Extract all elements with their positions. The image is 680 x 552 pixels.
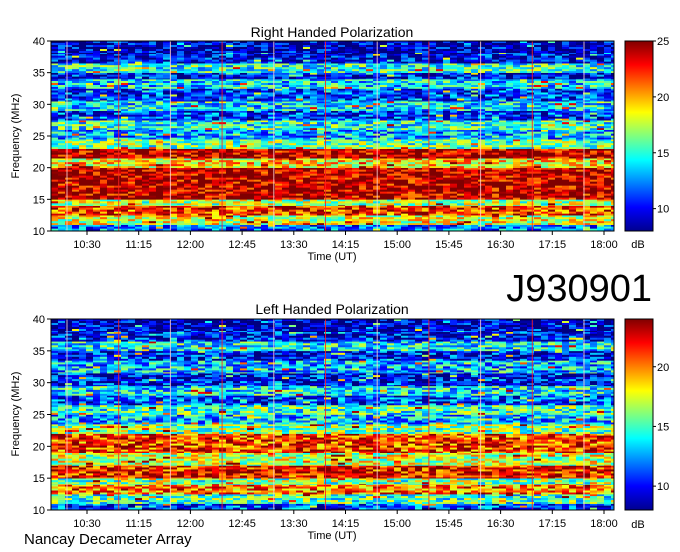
observation-id: J930901 bbox=[506, 268, 652, 310]
instrument-caption: Nancay Decameter Array bbox=[24, 531, 192, 548]
y-tick-label: 30 bbox=[33, 99, 45, 111]
colorbar-gradient bbox=[624, 40, 654, 232]
y-axis-ticks: 10 15 20 25 30 35 40 bbox=[33, 314, 51, 517]
y-tick-label: 15 bbox=[33, 194, 45, 206]
colorbar-unit-label: dB bbox=[631, 239, 644, 251]
x-tick-label: 12:45 bbox=[228, 518, 256, 530]
colorbar: 10 15 20 bbox=[624, 318, 669, 511]
x-tick-label: 12:45 bbox=[228, 239, 256, 251]
colorbar-gradient bbox=[624, 318, 654, 511]
y-tick-label: 30 bbox=[33, 378, 45, 390]
y-tick-label: 40 bbox=[33, 36, 45, 48]
colorbar-tick-label: 25 bbox=[657, 36, 669, 48]
x-axis-ticks: 10:30 11:15 12:00 12:45 13:30 14:15 15:00 15:45… bbox=[73, 510, 618, 530]
x-tick-label: 12:00 bbox=[177, 239, 205, 251]
x-tick-label: 13:30 bbox=[280, 518, 308, 530]
colorbar-tick-label: 10 bbox=[657, 481, 669, 493]
x-axis-label: Time (UT) bbox=[307, 530, 356, 542]
left-handed-polarization-panel: Left Handed Polarization 10152025303540 … bbox=[10, 301, 669, 542]
colorbar-tick-label: 15 bbox=[657, 421, 669, 433]
x-tick-label: 13:30 bbox=[280, 239, 308, 251]
x-axis-ticks: 10:30 11:15 12:00 12:45 13:30 14:15 15:00 15:45… bbox=[73, 231, 618, 251]
x-tick-label: 11:15 bbox=[125, 518, 152, 530]
y-tick-label: 25 bbox=[33, 410, 45, 422]
x-tick-label: 14:15 bbox=[332, 518, 360, 530]
y-tick-label: 25 bbox=[33, 131, 45, 143]
x-tick-label: 18:00 bbox=[590, 518, 618, 530]
dynamic-spectrum-figure: Right Handed Polarization 10 15 20 25 30 35 40… bbox=[10, 24, 669, 548]
panel-title: Right Handed Polarization bbox=[251, 24, 414, 40]
y-tick-label: 10 bbox=[33, 505, 45, 517]
y-tick-label: 40 bbox=[33, 314, 45, 326]
y-axis-ticks: 10 15 20 25 30 35 40 bbox=[33, 36, 51, 238]
colorbar-tick-label: 10 bbox=[657, 204, 669, 216]
x-tick-label: 10:30 bbox=[73, 518, 101, 530]
x-tick-label: 15:45 bbox=[435, 239, 463, 251]
x-tick-label: 10:30 bbox=[73, 239, 101, 251]
panel-title: Left Handed Polarization bbox=[255, 301, 408, 317]
x-tick-label: 11:15 bbox=[125, 239, 152, 251]
y-tick-label: 20 bbox=[33, 163, 45, 175]
x-tick-label: 12:00 bbox=[177, 518, 205, 530]
spectrogram-plot bbox=[50, 318, 615, 511]
colorbar-tick-label: 20 bbox=[657, 362, 669, 374]
y-axis-label: Frequency (MHz) bbox=[10, 94, 22, 179]
y-tick-label: 15 bbox=[33, 473, 45, 485]
colorbar-tick-label: 15 bbox=[657, 148, 669, 160]
y-tick-label: 10 bbox=[33, 226, 45, 238]
x-tick-label: 18:00 bbox=[590, 239, 618, 251]
x-tick-label: 16:30 bbox=[487, 239, 515, 251]
x-tick-label: 15:00 bbox=[383, 518, 411, 530]
x-tick-label: 16:30 bbox=[487, 518, 515, 530]
x-tick-label: 15:45 bbox=[435, 518, 463, 530]
x-tick-label: 14:15 bbox=[332, 239, 360, 251]
y-tick-label: 20 bbox=[33, 441, 45, 453]
x-tick-label: 17:15 bbox=[539, 518, 567, 530]
colorbar-unit-label: dB bbox=[631, 519, 644, 531]
colorbar-tick-label: 20 bbox=[657, 92, 669, 104]
right-handed-polarization-panel: Right Handed Polarization 10 15 20 25 30 35 40… bbox=[10, 24, 669, 263]
y-tick-label: 35 bbox=[33, 346, 45, 358]
spectrogram-plot bbox=[50, 40, 615, 232]
y-axis-label: Frequency (MHz) bbox=[10, 372, 22, 457]
x-tick-label: 17:15 bbox=[539, 239, 567, 251]
x-tick-label: 15:00 bbox=[383, 239, 411, 251]
colorbar: 10 15 20 25 bbox=[624, 36, 669, 232]
x-axis-label: Time (UT) bbox=[307, 251, 356, 263]
y-tick-label: 35 bbox=[33, 68, 45, 80]
